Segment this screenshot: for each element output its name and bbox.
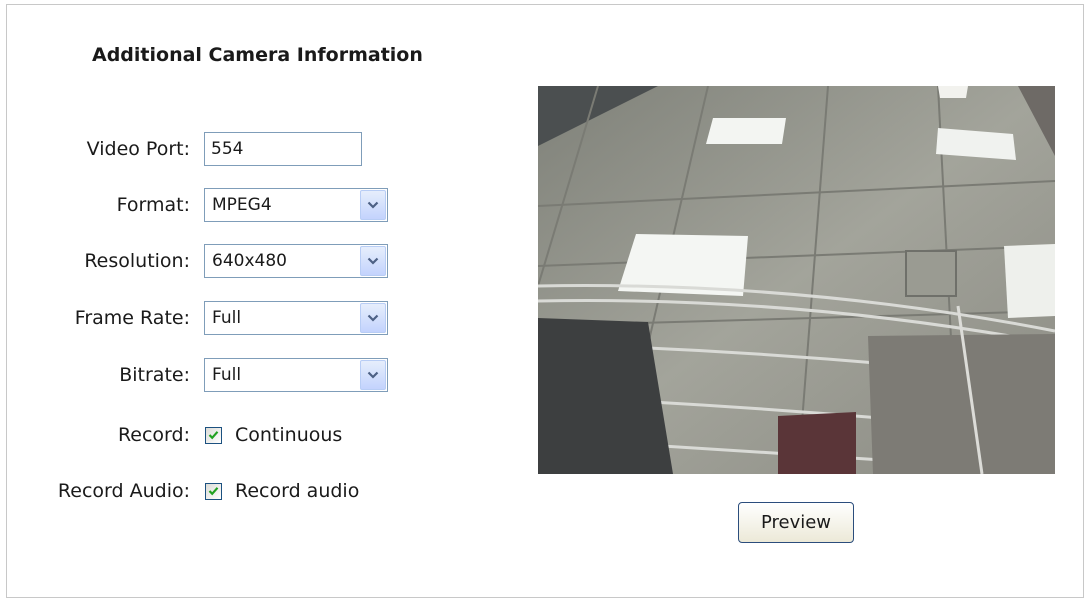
- resolution-select-value: 640x480: [212, 251, 287, 271]
- record-continuous-label[interactable]: Continuous: [235, 424, 342, 446]
- chevron-down-icon: [367, 201, 379, 209]
- record-audio-label: Record Audio:: [57, 480, 190, 502]
- frame-rate-label: Frame Rate:: [74, 307, 190, 329]
- record-audio-row: Record Audio: Record audio: [0, 474, 359, 508]
- check-icon: [208, 487, 219, 496]
- video-port-input[interactable]: [204, 132, 362, 166]
- record-audio-option-label[interactable]: Record audio: [235, 480, 359, 502]
- resolution-dropdown-button[interactable]: [360, 246, 386, 276]
- resolution-select[interactable]: 640x480: [204, 244, 388, 278]
- preview-button[interactable]: Preview: [738, 502, 854, 543]
- format-dropdown-button[interactable]: [360, 190, 386, 220]
- frame-rate-row: Frame Rate: Full: [0, 301, 388, 335]
- format-select-value: MPEG4: [212, 195, 272, 215]
- chevron-down-icon: [367, 314, 379, 322]
- format-label: Format:: [116, 194, 190, 216]
- bitrate-dropdown-button[interactable]: [360, 360, 386, 390]
- chevron-down-icon: [367, 257, 379, 265]
- camera-preview-image: [538, 86, 1055, 474]
- bitrate-select[interactable]: Full: [204, 358, 388, 392]
- bitrate-label: Bitrate:: [119, 364, 190, 386]
- resolution-label: Resolution:: [84, 250, 190, 272]
- check-icon: [208, 431, 219, 440]
- frame-rate-select-value: Full: [212, 308, 242, 328]
- record-continuous-checkbox[interactable]: [205, 426, 222, 444]
- chevron-down-icon: [367, 371, 379, 379]
- video-port-label: Video Port:: [86, 138, 190, 160]
- resolution-row: Resolution: 640x480: [0, 244, 388, 278]
- format-select[interactable]: MPEG4: [204, 188, 388, 222]
- section-title: Additional Camera Information: [92, 44, 423, 66]
- video-port-row: Video Port:: [0, 132, 362, 166]
- camera-preview-graphic: [538, 86, 1055, 474]
- record-row: Record: Continuous: [0, 418, 342, 452]
- bitrate-select-value: Full: [212, 365, 242, 385]
- frame-rate-select[interactable]: Full: [204, 301, 388, 335]
- bitrate-row: Bitrate: Full: [0, 358, 388, 392]
- record-audio-checkbox[interactable]: [205, 482, 222, 500]
- frame-rate-dropdown-button[interactable]: [360, 303, 386, 333]
- record-label: Record:: [117, 424, 190, 446]
- format-row: Format: MPEG4: [0, 188, 388, 222]
